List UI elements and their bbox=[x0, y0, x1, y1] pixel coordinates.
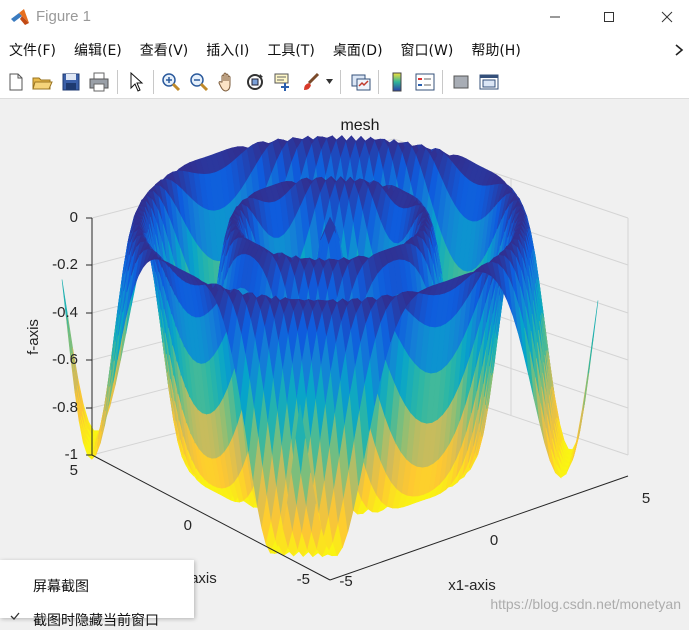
toolbar-separator bbox=[117, 70, 118, 94]
link-plot-icon[interactable] bbox=[350, 71, 372, 93]
x-tick-label: -5 bbox=[339, 573, 352, 590]
window-title: Figure 1 bbox=[36, 8, 92, 25]
close-icon bbox=[661, 11, 673, 23]
menu-window[interactable]: 窗口(W) bbox=[401, 40, 454, 60]
watermark: https://blog.csdn.net/monetyan bbox=[490, 596, 681, 612]
legend-icon[interactable] bbox=[414, 71, 436, 93]
matlab-logo-icon bbox=[11, 9, 29, 25]
menu-bar: 文件(F) 编辑(E) 查看(V) 插入(I) 工具(T) 桌面(D) 窗口(W… bbox=[0, 34, 689, 66]
pointer-icon[interactable] bbox=[125, 71, 147, 93]
menu-desktop[interactable]: 桌面(D) bbox=[333, 40, 383, 60]
mesh-plot[interactable]: 0 -0.2 -0.4 -0.6 -0.8 -1 5 0 -5 -5 0 5 m… bbox=[0, 99, 689, 618]
y-tick-label: 5 bbox=[70, 462, 78, 479]
minimize-button[interactable] bbox=[526, 0, 584, 34]
menu-file[interactable]: 文件(F) bbox=[9, 40, 56, 60]
menu-insert[interactable]: 插入(I) bbox=[206, 40, 249, 60]
z-tick-label: -0.8 bbox=[52, 399, 78, 416]
toolbar-separator bbox=[378, 70, 379, 94]
z-tick-label: -0.4 bbox=[52, 304, 78, 321]
pan-hand-icon[interactable] bbox=[216, 71, 238, 93]
mesh-face bbox=[572, 411, 583, 460]
toolbar bbox=[0, 66, 689, 99]
y-tick-label: 0 bbox=[184, 517, 192, 534]
brush-dropdown-icon[interactable] bbox=[326, 79, 334, 85]
x-axis-label: x1-axis bbox=[448, 577, 496, 594]
menu-item-screenshot[interactable]: 屏幕截图 bbox=[33, 576, 89, 596]
toolbar-separator bbox=[340, 70, 341, 94]
menu-item-hide-window[interactable]: 截图时隐藏当前窗口 bbox=[33, 610, 159, 630]
x-tick-label: 0 bbox=[490, 532, 498, 549]
toolbar-separator bbox=[153, 70, 154, 94]
y-tick-label: -5 bbox=[297, 571, 310, 588]
print-icon[interactable] bbox=[88, 71, 110, 93]
chevron-right-icon[interactable] bbox=[674, 44, 684, 56]
minimize-icon bbox=[550, 16, 560, 18]
zoom-in-icon[interactable] bbox=[160, 71, 182, 93]
z-tick-label: -1 bbox=[65, 446, 78, 463]
new-figure-icon[interactable] bbox=[5, 71, 27, 93]
open-file-icon[interactable] bbox=[31, 71, 53, 93]
x-tick-label: 5 bbox=[642, 490, 650, 507]
z-axis-label: f-axis bbox=[25, 319, 42, 355]
toolbar-separator bbox=[442, 70, 443, 94]
menu-edit[interactable]: 编辑(E) bbox=[74, 40, 122, 60]
close-button[interactable] bbox=[638, 0, 689, 34]
menu-view[interactable]: 查看(V) bbox=[140, 40, 189, 60]
rotate-3d-icon[interactable] bbox=[244, 71, 266, 93]
data-cursor-icon[interactable] bbox=[272, 71, 294, 93]
mesh-face bbox=[588, 300, 599, 374]
z-tick-label: -0.6 bbox=[52, 351, 78, 368]
maximize-icon bbox=[604, 12, 614, 22]
title-bar: Figure 1 bbox=[0, 0, 689, 34]
figure-area: 0 -0.2 -0.4 -0.6 -0.8 -1 5 0 -5 -5 0 5 m… bbox=[0, 99, 689, 618]
maximize-button[interactable] bbox=[580, 0, 638, 34]
show-plot-tools-icon[interactable] bbox=[478, 71, 500, 93]
colorbar-icon[interactable] bbox=[386, 71, 408, 93]
hide-plot-tools-icon[interactable] bbox=[450, 71, 472, 93]
zoom-out-icon[interactable] bbox=[188, 71, 210, 93]
menu-tools[interactable]: 工具(T) bbox=[267, 40, 314, 60]
checkmark-icon bbox=[10, 612, 20, 620]
plot-title: mesh bbox=[340, 117, 379, 134]
z-tick-label: 0 bbox=[70, 209, 78, 226]
z-tick-label: -0.2 bbox=[52, 256, 78, 273]
menu-help[interactable]: 帮助(H) bbox=[471, 40, 520, 60]
screenshot-context-menu: 屏幕截图 截图时隐藏当前窗口 bbox=[0, 560, 194, 629]
save-icon[interactable] bbox=[60, 71, 82, 93]
mesh-surface bbox=[61, 135, 599, 558]
brush-icon[interactable] bbox=[300, 71, 322, 93]
